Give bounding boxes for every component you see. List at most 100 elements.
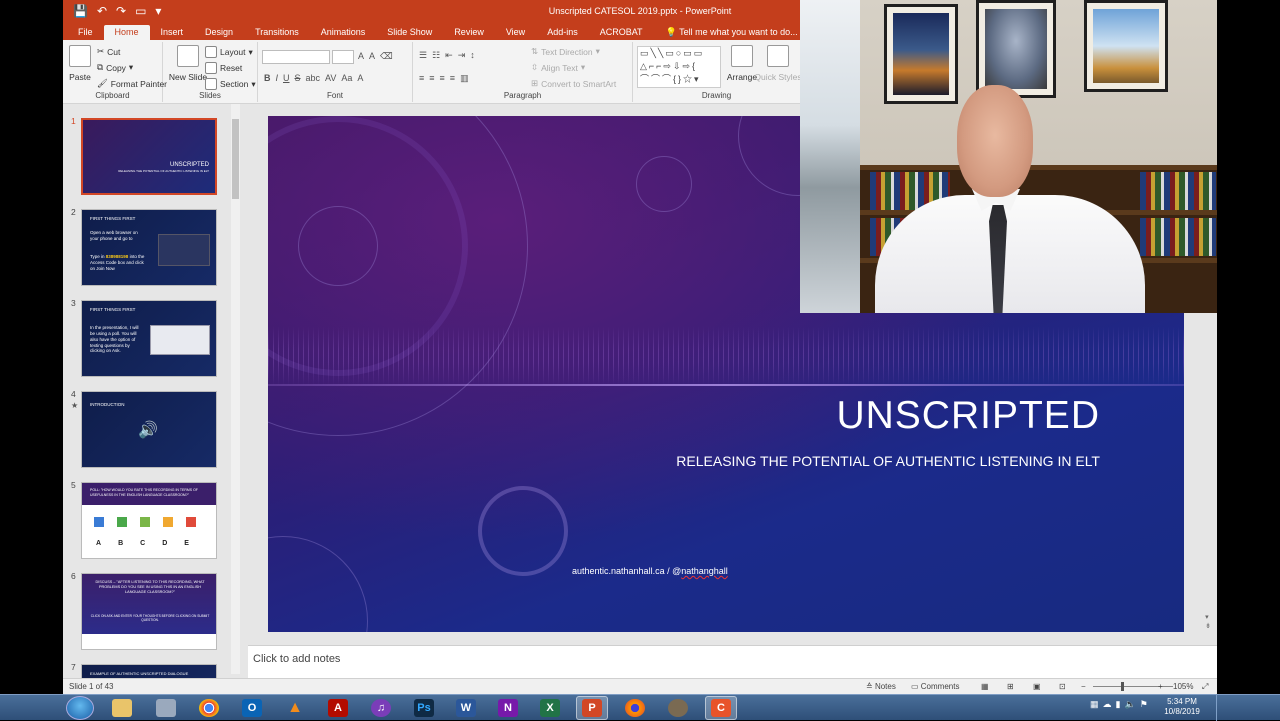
tab-file[interactable]: File	[67, 25, 104, 40]
scroll-thumb[interactable]	[232, 119, 239, 199]
align-text-icon: ⇳	[531, 62, 539, 72]
bullets-icon[interactable]: ☰	[419, 50, 427, 61]
font-color-icon[interactable]: A	[357, 73, 363, 83]
slide-title[interactable]: UNSCRIPTED	[836, 394, 1100, 438]
taskbar-word[interactable]: W	[450, 696, 482, 720]
increase-indent-icon[interactable]: ⇥	[458, 50, 466, 61]
slide-nav-arrows[interactable]: ▾ ⇟	[1205, 613, 1211, 631]
tray-network-icon[interactable]: ▮	[1116, 699, 1121, 710]
justify-icon[interactable]: ≡	[450, 73, 455, 84]
tab-home[interactable]: Home	[103, 25, 150, 40]
taskbar-excel[interactable]: X	[534, 696, 566, 720]
align-center-icon[interactable]: ≡	[429, 73, 434, 84]
arrange-button[interactable]: Arrange	[727, 45, 757, 82]
columns-icon[interactable]: ▥	[460, 73, 469, 84]
shrink-font-icon[interactable]: A	[369, 51, 375, 62]
thumbnail-slide-3[interactable]: 3 FIRST THINGS FIRST In the presentation…	[67, 298, 232, 380]
show-desktop-button[interactable]	[1216, 695, 1226, 721]
zoom-slider-knob[interactable]	[1121, 682, 1124, 691]
taskbar-headset-app[interactable]: ♫	[365, 696, 397, 720]
convert-smartart-button[interactable]: ⊞ Convert to SmartArt	[531, 78, 616, 89]
taskbar-file-explorer[interactable]	[106, 696, 138, 720]
char-spacing-icon[interactable]: AV	[325, 73, 336, 83]
thumbnail-scrollbar[interactable]	[231, 104, 240, 674]
align-left-icon[interactable]: ≡	[419, 73, 424, 84]
tab-add-ins[interactable]: Add-ins	[536, 25, 589, 40]
taskbar-vlc[interactable]: ▲	[279, 696, 311, 720]
clear-format-icon[interactable]: ⌫	[380, 51, 393, 62]
grow-font-icon[interactable]: A	[358, 51, 364, 62]
slide-link-text[interactable]: authentic.nathanhall.ca / @nathanghall	[572, 566, 728, 576]
zoom-out-icon[interactable]: −	[1081, 682, 1086, 691]
align-right-icon[interactable]: ≡	[440, 73, 445, 84]
tab-transitions[interactable]: Transitions	[244, 25, 310, 40]
tab-animations[interactable]: Animations	[310, 25, 377, 40]
font-family-select[interactable]	[262, 50, 330, 64]
copy-button[interactable]: ⧉ Copy ▾	[97, 62, 133, 73]
numbering-icon[interactable]: ☷	[432, 50, 440, 61]
zoom-in-icon[interactable]: +	[1158, 682, 1163, 691]
paste-button[interactable]: Paste	[68, 45, 92, 82]
tray-onedrive-icon[interactable]: ☁	[1103, 699, 1112, 710]
taskbar-photoshop[interactable]: Ps	[408, 696, 440, 720]
underline-button[interactable]: U	[283, 73, 290, 83]
slideshow-view-icon[interactable]: ⊡	[1059, 682, 1066, 691]
notes-button[interactable]: ≙ Notes	[866, 682, 896, 691]
taskbar-acrobat[interactable]: A	[322, 696, 354, 720]
cut-button[interactable]: ✂ Cut	[97, 46, 120, 57]
tab-view[interactable]: View	[495, 25, 536, 40]
thumbnail-slide-4[interactable]: 4 ★ INTRODUCTION 🔊	[67, 389, 232, 471]
tray-pdf-icon[interactable]: ▦	[1090, 699, 1099, 710]
tab-review[interactable]: Review	[443, 25, 495, 40]
wall-picture-balloon	[1084, 0, 1168, 92]
taskbar-calculator[interactable]	[150, 696, 182, 720]
bold-button[interactable]: B	[264, 73, 271, 83]
tab-acrobat[interactable]: ACROBAT	[589, 25, 654, 40]
shadow-button[interactable]: abc	[306, 73, 321, 83]
tab-design[interactable]: Design	[194, 25, 244, 40]
thumbnail-slide-5[interactable]: 5 POLL: "HOW WOULD YOU RATE THIS RECORDI…	[67, 480, 232, 562]
thumbnail-slide-7[interactable]: 7 EXAMPLE OF AUTHENTIC UNSCRIPTED DIALOG…	[67, 662, 232, 678]
slide-subtitle[interactable]: RELEASING THE POTENTIAL OF AUTHENTIC LIS…	[676, 453, 1100, 469]
italic-button[interactable]: I	[276, 73, 279, 83]
strikethrough-button[interactable]: S	[295, 73, 301, 83]
line-spacing-icon[interactable]: ↕	[470, 50, 475, 61]
section-button[interactable]: Section ▾	[205, 78, 256, 90]
taskbar-chrome[interactable]	[193, 696, 225, 720]
slide-sorter-icon[interactable]: ⊞	[1007, 682, 1014, 691]
reading-view-icon[interactable]: ▣	[1033, 682, 1041, 691]
tell-me-box[interactable]: 💡 Tell me what you want to do...	[654, 25, 798, 40]
notes-pane[interactable]: Click to add notes	[248, 645, 1217, 678]
thumbnail-slide-2[interactable]: 2 FIRST THINGS FIRST Open a web browser …	[67, 207, 232, 289]
quick-styles-button[interactable]: Quick Styles	[754, 45, 802, 82]
shapes-gallery[interactable]: ▭╲╲▭○▭▭ △⌐⌐⇨⇩⇨{⌒⌒⌒{}☆▾	[637, 46, 721, 88]
fit-slide-icon[interactable]: ⤢	[1202, 682, 1208, 692]
decrease-indent-icon[interactable]: ⇤	[445, 50, 453, 61]
change-case-icon[interactable]: Aa	[341, 73, 352, 83]
layout-button[interactable]: Layout ▾	[205, 46, 253, 58]
format-painter-button[interactable]: 🖌 Format Painter	[97, 78, 167, 89]
new-slide-button[interactable]: New Slide	[168, 45, 208, 82]
taskbar-powerpoint[interactable]: P	[576, 696, 608, 720]
text-direction-button[interactable]: ⇅ Text Direction ▾	[531, 46, 600, 57]
reset-button[interactable]: Reset	[205, 62, 242, 74]
taskbar-clock[interactable]: 5:34 PM 10/8/2019	[1152, 697, 1212, 717]
comments-button[interactable]: ▭ Comments	[911, 682, 959, 691]
taskbar-onenote[interactable]: N	[492, 696, 524, 720]
taskbar-gimp[interactable]	[662, 696, 694, 720]
zoom-level[interactable]: 105%	[1173, 682, 1193, 691]
taskbar-firefox[interactable]	[619, 696, 651, 720]
tab-slide-show[interactable]: Slide Show	[376, 25, 443, 40]
font-size-select[interactable]	[332, 50, 354, 64]
align-text-button[interactable]: ⇳ Align Text ▾	[531, 62, 585, 73]
taskbar-outlook[interactable]: O	[236, 696, 268, 720]
normal-view-icon[interactable]: ▦	[981, 682, 989, 691]
tray-volume-icon[interactable]: 🔈	[1124, 699, 1135, 710]
tray-flag-icon[interactable]: ⚑	[1140, 699, 1148, 710]
tab-insert[interactable]: Insert	[150, 25, 195, 40]
thumbnail-slide-1[interactable]: 1 UNSCRIPTED RELEASING THE POTENTIAL OF …	[67, 116, 232, 198]
slides-label: Slides	[199, 91, 221, 100]
start-button[interactable]	[66, 696, 94, 720]
taskbar-camtasia[interactable]: C	[705, 696, 737, 720]
thumbnail-slide-6[interactable]: 6 DISCUSS – "AFTER LISTENING TO THIS REC…	[67, 571, 232, 653]
